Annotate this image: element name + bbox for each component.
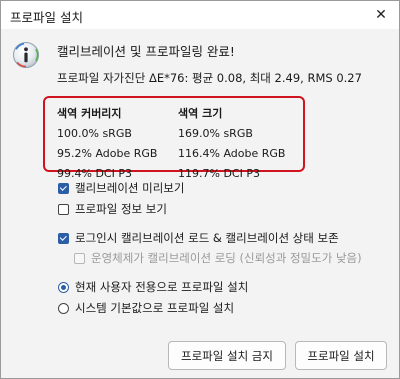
show-profile-info-label: 프로파일 정보 보기	[75, 202, 167, 216]
radio-unselected-icon[interactable]	[58, 302, 69, 314]
checkbox-unchecked-icon[interactable]	[58, 203, 69, 215]
title-bar: 프로파일 설치 ✕	[1, 1, 399, 29]
checkbox-checked-icon[interactable]	[58, 182, 69, 194]
load-on-login-label: 로그인시 캘리브레이션 로드 & 캘리브레이션 상태 보존	[75, 231, 339, 245]
volume-srgb: 169.0% sRGB	[178, 127, 253, 140]
radio-selected-icon[interactable]	[58, 281, 69, 293]
dialog-content: 캘리브레이션 및 프로파일링 완료! 프로파일 자가진단 ΔE*76: 평균 0…	[1, 29, 399, 378]
close-button[interactable]: ✕	[369, 3, 393, 27]
install-system-default-label: 시스템 기본값으로 프로파일 설치	[75, 301, 235, 315]
show-profile-info-checkbox[interactable]: 프로파일 정보 보기	[58, 201, 167, 217]
volume-dci-p3: 119.7% DCI P3	[178, 167, 260, 180]
load-on-login-checkbox[interactable]: 로그인시 캘리브레이션 로드 & 캘리브레이션 상태 보존	[58, 230, 339, 246]
calibration-preview-checkbox[interactable]: 캘리브레이션 미리보기	[58, 180, 184, 196]
install-current-user-label: 현재 사용자 전용으로 프로파일 설치	[75, 280, 249, 294]
gamut-summary-box: 색역 커버리지 100.0% sRGB 95.2% Adobe RGB 99.4…	[43, 96, 305, 180]
coverage-srgb: 100.0% sRGB	[57, 127, 132, 140]
gamut-volume-column: 색역 크기 169.0% sRGB 116.4% Adobe RGB 119.7…	[178, 104, 285, 184]
window-title: 프로파일 설치	[10, 10, 83, 25]
checkbox-checked-icon[interactable]	[58, 232, 69, 244]
volume-adobe-rgb: 116.4% Adobe RGB	[178, 147, 286, 160]
calibration-preview-label: 캘리브레이션 미리보기	[75, 181, 185, 195]
gamut-coverage-header: 색역 커버리지	[57, 107, 122, 120]
checkbox-disabled-icon	[74, 252, 85, 264]
self-check-summary: 프로파일 자가진단 ΔE*76: 평균 0.08, 최대 2.49, RMS 0…	[57, 71, 362, 85]
profile-install-dialog: 프로파일 설치 ✕ 캘리브레이션 및 프로파일링 완료! 프로파일 자가진단 Δ…	[0, 0, 400, 379]
gamut-volume-header: 색역 크기	[178, 107, 223, 120]
install-system-default-radio[interactable]: 시스템 기본값으로 프로파일 설치	[58, 300, 234, 316]
os-handles-calibration-label: 운영체제가 캘리브레이션 로딩 (신뢰성과 정밀도가 낮음)	[91, 251, 362, 265]
coverage-adobe-rgb: 95.2% Adobe RGB	[57, 147, 158, 160]
info-icon	[13, 42, 39, 68]
gamut-coverage-column: 색역 커버리지 100.0% sRGB 95.2% Adobe RGB 99.4…	[57, 104, 157, 184]
forbid-install-button[interactable]: 프로파일 설치 금지	[168, 341, 286, 370]
install-current-user-radio[interactable]: 현재 사용자 전용으로 프로파일 설치	[58, 279, 248, 295]
completion-message: 캘리브레이션 및 프로파일링 완료!	[57, 44, 235, 59]
os-handles-calibration-checkbox: 운영체제가 캘리브레이션 로딩 (신뢰성과 정밀도가 낮음)	[74, 250, 362, 266]
install-profile-button[interactable]: 프로파일 설치	[295, 341, 387, 370]
